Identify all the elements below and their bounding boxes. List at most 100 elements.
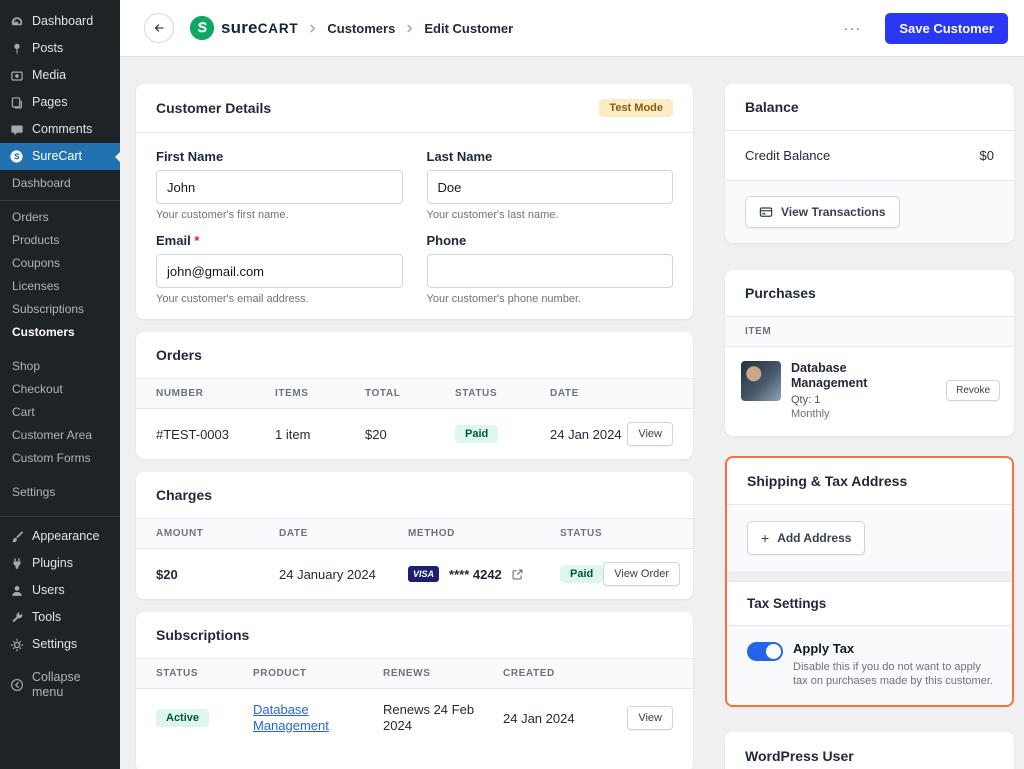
sidebar-item-settings[interactable]: Settings [0,631,120,658]
submenu-gap [0,344,120,355]
subscriptions-table-header: STATUSPRODUCTRENEWSCREATED [136,659,693,689]
sidebar-subitem-settings[interactable]: Settings [0,481,120,504]
sidebar-item-appearance[interactable]: Appearance [0,523,120,550]
sidebar-item-label: Posts [32,41,63,56]
sidebar-item-label: Plugins [32,556,73,571]
chevron-right-icon [307,23,318,34]
sidebar-subitem-shop[interactable]: Shop [0,355,120,378]
external-link-icon[interactable] [511,568,524,581]
last-name-field: Last Name Your customer's last name. [427,149,674,221]
email-field: Email * Your customer's email address. [156,233,403,305]
sidebar-item-surecart[interactable]: SureCart [0,143,120,170]
charge-row: $20 24 January 2024 VISA **** 4242 Paid … [136,549,693,599]
last-name-help: Your customer's last name. [427,209,674,221]
credit-balance-value: $0 [980,148,994,163]
top-bar: sureCART Customers Edit Customer ··· Sav… [120,0,1024,57]
sidebar-item-posts[interactable]: Posts [0,35,120,62]
pages-icon [9,95,24,110]
sidebar-item-pages[interactable]: Pages [0,89,120,116]
card-last4: **** 4242 [449,567,502,582]
sidebar-item-label: Appearance [32,529,99,544]
apply-tax-label: Apply Tax [793,641,998,656]
sidebar-item-dashboard[interactable]: Dashboard [0,8,120,35]
wallet-icon [759,205,773,219]
last-name-input[interactable] [427,170,674,204]
tax-settings-title: Tax Settings [727,581,1012,626]
first-name-input[interactable] [156,170,403,204]
sidebar-item-label: Users [32,583,65,598]
balance-card: Balance Credit Balance $0 View Transacti… [725,84,1014,243]
sidebar-item-label: Comments [32,122,92,137]
chevron-right-icon [404,23,415,34]
apply-tax-toggle[interactable] [747,642,783,661]
subscription-renews: Renews 24 Feb 2024 [383,702,488,734]
order-number: #TEST-0003 [156,427,275,442]
collapse-icon [9,678,24,693]
sidebar-item-label: Settings [32,637,77,652]
orders-table-header: NUMBERITEMSTOTALSTATUSDATE [136,379,693,409]
revoke-button[interactable]: Revoke [946,380,1000,401]
sidebar-subitem-customer-area[interactable]: Customer Area [0,424,120,447]
first-name-label: First Name [156,149,403,164]
surecart-logo-icon [190,16,214,40]
sidebar-subitem-dashboard[interactable]: Dashboard [0,172,120,195]
save-customer-button[interactable]: Save Customer [885,13,1008,44]
sidebar-subitem-customers[interactable]: Customers [0,321,120,344]
test-mode-badge: Test Mode [599,99,673,117]
settings-icon [9,637,24,652]
card-title: Balance [745,99,799,115]
sidebar-item-plugins[interactable]: Plugins [0,550,120,577]
breadcrumb-edit-customer: Edit Customer [424,21,513,36]
sidebar-subitem-cart[interactable]: Cart [0,401,120,424]
order-row: #TEST-0003 1 item $20 Paid 24 Jan 2024 V… [136,409,693,459]
sidebar-subitem-checkout[interactable]: Checkout [0,378,120,401]
surecart-wordmark: sureCART [221,18,298,38]
charges-table-header: AMOUNTDATEMETHODSTATUS [136,519,693,549]
sidebar-item-media[interactable]: Media [0,62,120,89]
wp-admin-sidebar: Dashboard Posts Media Pages Comments Sur… [0,0,120,769]
charge-amount: $20 [156,567,279,582]
sidebar-subitem-coupons[interactable]: Coupons [0,252,120,275]
order-items: 1 item [275,427,365,442]
wp-menu-lower: Appearance Plugins Users Tools Settings … [0,516,120,706]
sidebar-item-users[interactable]: Users [0,577,120,604]
sidebar-subitem-products[interactable]: Products [0,229,120,252]
order-status-badge: Paid [455,425,498,443]
sidebar-item-label: Media [32,68,66,83]
sidebar-item-comments[interactable]: Comments [0,116,120,143]
subscription-product-link[interactable]: Database Management [253,702,329,733]
arrow-left-icon [152,21,166,35]
sidebar-subitem-licenses[interactable]: Licenses [0,275,120,298]
card-title: Shipping & Tax Address [747,473,907,489]
add-address-button[interactable]: + Add Address [747,521,865,555]
charge-status-badge: Paid [560,565,603,583]
surecart-logo: sureCART [190,16,298,40]
collapse-menu-button[interactable]: Collapse menu [0,664,120,706]
main-content: Customer Details Test Mode First Name Yo… [120,57,1024,769]
back-button[interactable] [144,13,174,43]
submenu-gap [0,470,120,481]
visa-badge: VISA [408,566,439,582]
phone-label: Phone [427,233,674,248]
email-input[interactable] [156,254,403,288]
more-menu-button[interactable]: ··· [839,16,865,41]
sidebar-subitem-subscriptions[interactable]: Subscriptions [0,298,120,321]
subscription-view-button[interactable]: View [627,706,673,730]
sidebar-subitem-orders[interactable]: Orders [0,206,120,229]
order-view-button[interactable]: View [627,422,673,446]
view-transactions-button[interactable]: View Transactions [745,196,900,228]
view-order-button[interactable]: View Order [603,562,680,586]
posts-icon [9,41,24,56]
shipping-tax-card: Shipping & Tax Address + Add Address Tax… [725,456,1014,707]
breadcrumb-customers[interactable]: Customers [327,21,395,36]
sidebar-subitem-custom-forms[interactable]: Custom Forms [0,447,120,470]
purchase-qty: Qty: 1 [791,394,877,406]
right-column: Balance Credit Balance $0 View Transacti… [725,84,1014,769]
comments-icon [9,122,24,137]
sidebar-item-tools[interactable]: Tools [0,604,120,631]
plus-icon: + [761,530,769,546]
card-title: Orders [156,347,202,363]
purchase-row: Database Management Qty: 1 Monthly Revok… [725,347,1014,436]
subscriptions-card: Subscriptions STATUSPRODUCTRENEWSCREATED… [136,612,693,769]
phone-input[interactable] [427,254,674,288]
